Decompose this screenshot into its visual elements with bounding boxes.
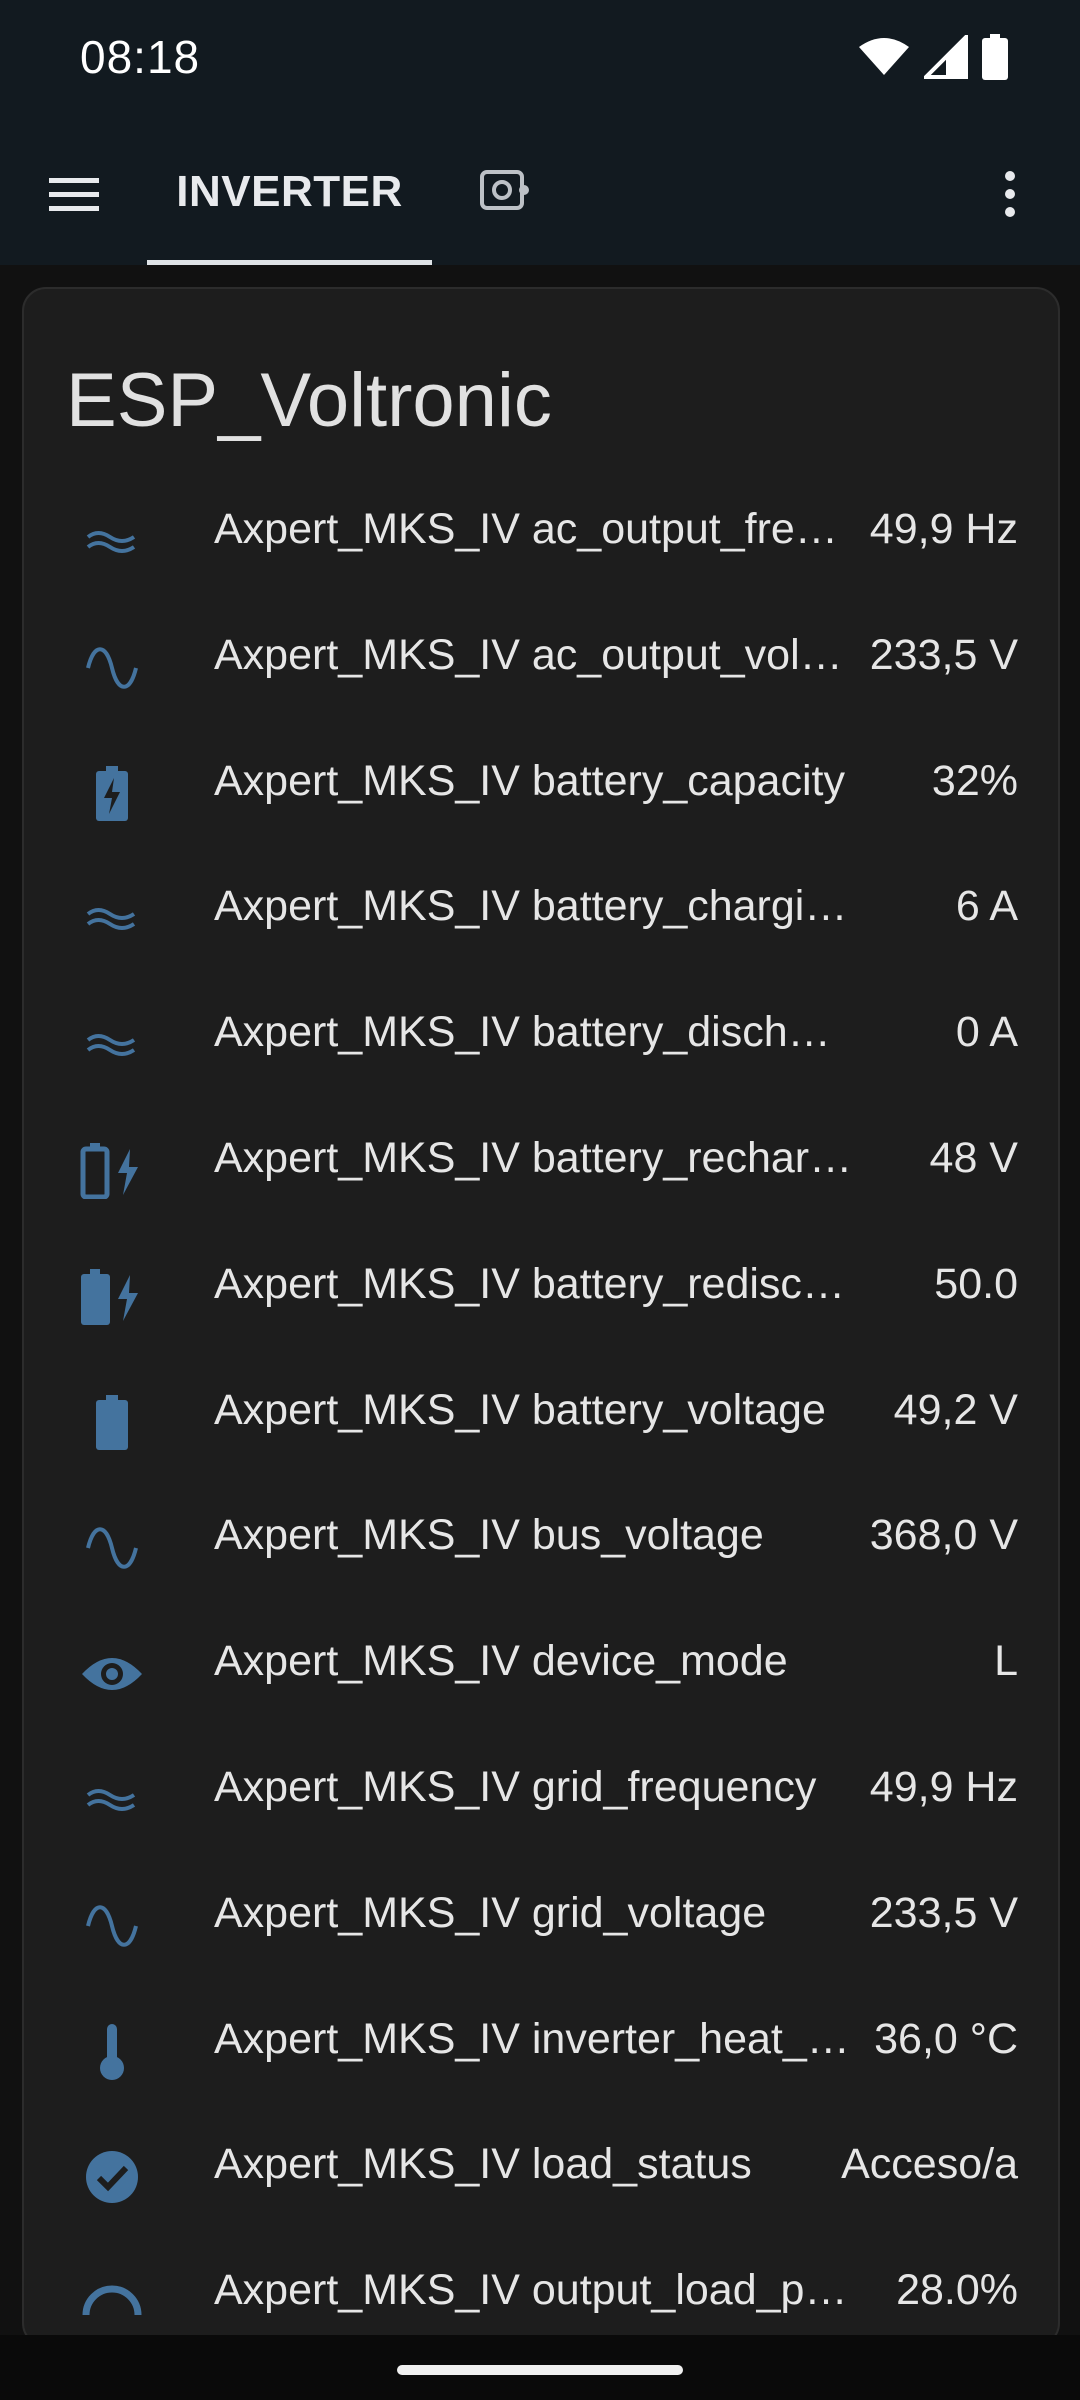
entity-name: Axpert_MKS_IV ac_output_voltage — [214, 630, 854, 679]
entity-name: Axpert_MKS_IV battery_discharge_current — [214, 1008, 854, 1057]
wave-approx-icon — [76, 1009, 148, 1081]
entity-name: Axpert_MKS_IV output_load_percent — [214, 2266, 854, 2315]
entity-value: 36,0 °C — [874, 2014, 1018, 2063]
home-gesture-handle[interactable] — [397, 2365, 683, 2375]
entity-name: Axpert_MKS_IV grid_voltage — [214, 1888, 767, 1937]
battery-bolt-icon — [76, 1261, 148, 1333]
entity-name: Axpert_MKS_IV battery_voltage — [214, 1385, 826, 1434]
entity-row[interactable]: Axpert_MKS_IV load_status Acceso/a — [24, 2127, 1058, 2253]
entity-name: Axpert_MKS_IV grid_frequency — [214, 1762, 817, 1811]
sine-wave-icon — [76, 1890, 148, 1962]
battery-icon — [76, 1387, 148, 1459]
wave-approx-icon — [76, 1764, 148, 1836]
tab-inverter-label: INVERTER — [176, 166, 403, 216]
cell-signal-icon — [924, 35, 968, 79]
entity-name: Axpert_MKS_IV device_mode — [214, 1637, 788, 1686]
entity-row[interactable]: Axpert_MKS_IV battery_voltage 49,2 V — [24, 1373, 1058, 1499]
wave-approx-icon — [76, 883, 148, 955]
entity-name: Axpert_MKS_IV battery_charging_current — [214, 882, 854, 931]
thermometer-icon — [76, 2016, 148, 2088]
entity-row[interactable]: Axpert_MKS_IV ac_output_voltage 233,5 V — [24, 618, 1058, 744]
card-title: ESP_Voltronic — [66, 358, 552, 443]
entity-value: 50.0 — [934, 1259, 1018, 1308]
entity-value: 6 A — [955, 882, 1018, 931]
entity-row[interactable]: Axpert_MKS_IV ac_output_frequency 49,9 H… — [24, 492, 1058, 618]
entity-value: L — [994, 1637, 1018, 1686]
entity-name: Axpert_MKS_IV battery_capacity — [214, 756, 845, 805]
status-icons — [858, 32, 1008, 82]
tab-camera[interactable] — [460, 146, 550, 236]
entity-value: 32% — [931, 756, 1018, 805]
entity-value: Acceso/a — [841, 2140, 1018, 2189]
content-area[interactable]: ESP_Voltronic Axpert_MKS_IV ac_output_fr… — [0, 265, 1080, 2347]
gauge-icon — [76, 2267, 148, 2339]
entity-row[interactable]: Axpert_MKS_IV device_mode L — [24, 1624, 1058, 1750]
entity-row[interactable]: Axpert_MKS_IV grid_frequency 49,9 Hz — [24, 1750, 1058, 1876]
camera-icon — [478, 164, 532, 219]
entities-card: ESP_Voltronic Axpert_MKS_IV ac_output_fr… — [22, 287, 1060, 2347]
entity-value: 49,9 Hz — [869, 505, 1018, 553]
entity-value: 49,9 Hz — [869, 1762, 1018, 1811]
entity-name: Axpert_MKS_IV load_status — [214, 2140, 752, 2189]
wifi-icon — [858, 37, 910, 77]
entity-name: Axpert_MKS_IV battery_redischarge_voltag… — [214, 1259, 854, 1308]
entity-value: 233,5 V — [869, 630, 1018, 679]
app-bar: INVERTER — [0, 118, 1080, 265]
entity-list: Axpert_MKS_IV ac_output_frequency 49,9 H… — [24, 492, 1058, 2379]
eye-icon — [76, 1638, 148, 1710]
entity-row[interactable]: Axpert_MKS_IV battery_charging_current 6… — [24, 869, 1058, 995]
tab-inverter[interactable]: INVERTER — [147, 118, 432, 265]
entity-value: 0 A — [955, 1008, 1018, 1057]
wave-approx-icon — [76, 506, 148, 578]
check-circle-icon — [76, 2141, 148, 2213]
sine-wave-icon — [76, 632, 148, 704]
entity-value: 48 V — [929, 1133, 1018, 1182]
status-bar: 08:18 — [0, 0, 1080, 118]
battery-outline-bolt-icon — [76, 1135, 148, 1207]
more-vertical-icon[interactable] — [970, 154, 1050, 234]
entity-name: Axpert_MKS_IV inverter_heat_sink_tempera… — [214, 2014, 854, 2063]
entity-row[interactable]: Axpert_MKS_IV battery_capacity 32% — [24, 744, 1058, 870]
hamburger-menu-icon[interactable] — [34, 154, 114, 234]
navigation-bar — [0, 2335, 1080, 2400]
entity-row[interactable]: Axpert_MKS_IV bus_voltage 368,0 V — [24, 1498, 1058, 1624]
status-time: 08:18 — [80, 31, 201, 83]
entity-row[interactable]: Axpert_MKS_IV inverter_heat_sink_tempera… — [24, 2002, 1058, 2128]
battery-charging-icon — [76, 758, 148, 830]
entity-value: 49,2 V — [893, 1385, 1018, 1434]
entity-value: 368,0 V — [869, 1511, 1018, 1560]
entity-row[interactable]: Axpert_MKS_IV battery_discharge_current … — [24, 995, 1058, 1121]
entity-row[interactable]: Axpert_MKS_IV grid_voltage 233,5 V — [24, 1876, 1058, 2002]
entity-value: 28.0% — [896, 2266, 1018, 2315]
entity-row[interactable]: Axpert_MKS_IV battery_redischarge_voltag… — [24, 1247, 1058, 1373]
entity-name: Axpert_MKS_IV battery_recharge_voltage — [214, 1133, 854, 1182]
battery-icon — [982, 34, 1008, 80]
sine-wave-icon — [76, 1512, 148, 1584]
entity-row[interactable]: Axpert_MKS_IV battery_recharge_voltage 4… — [24, 1121, 1058, 1247]
entity-name: Axpert_MKS_IV ac_output_frequency — [214, 505, 854, 553]
entity-value: 233,5 V — [869, 1888, 1018, 1937]
entity-name: Axpert_MKS_IV bus_voltage — [214, 1511, 764, 1560]
